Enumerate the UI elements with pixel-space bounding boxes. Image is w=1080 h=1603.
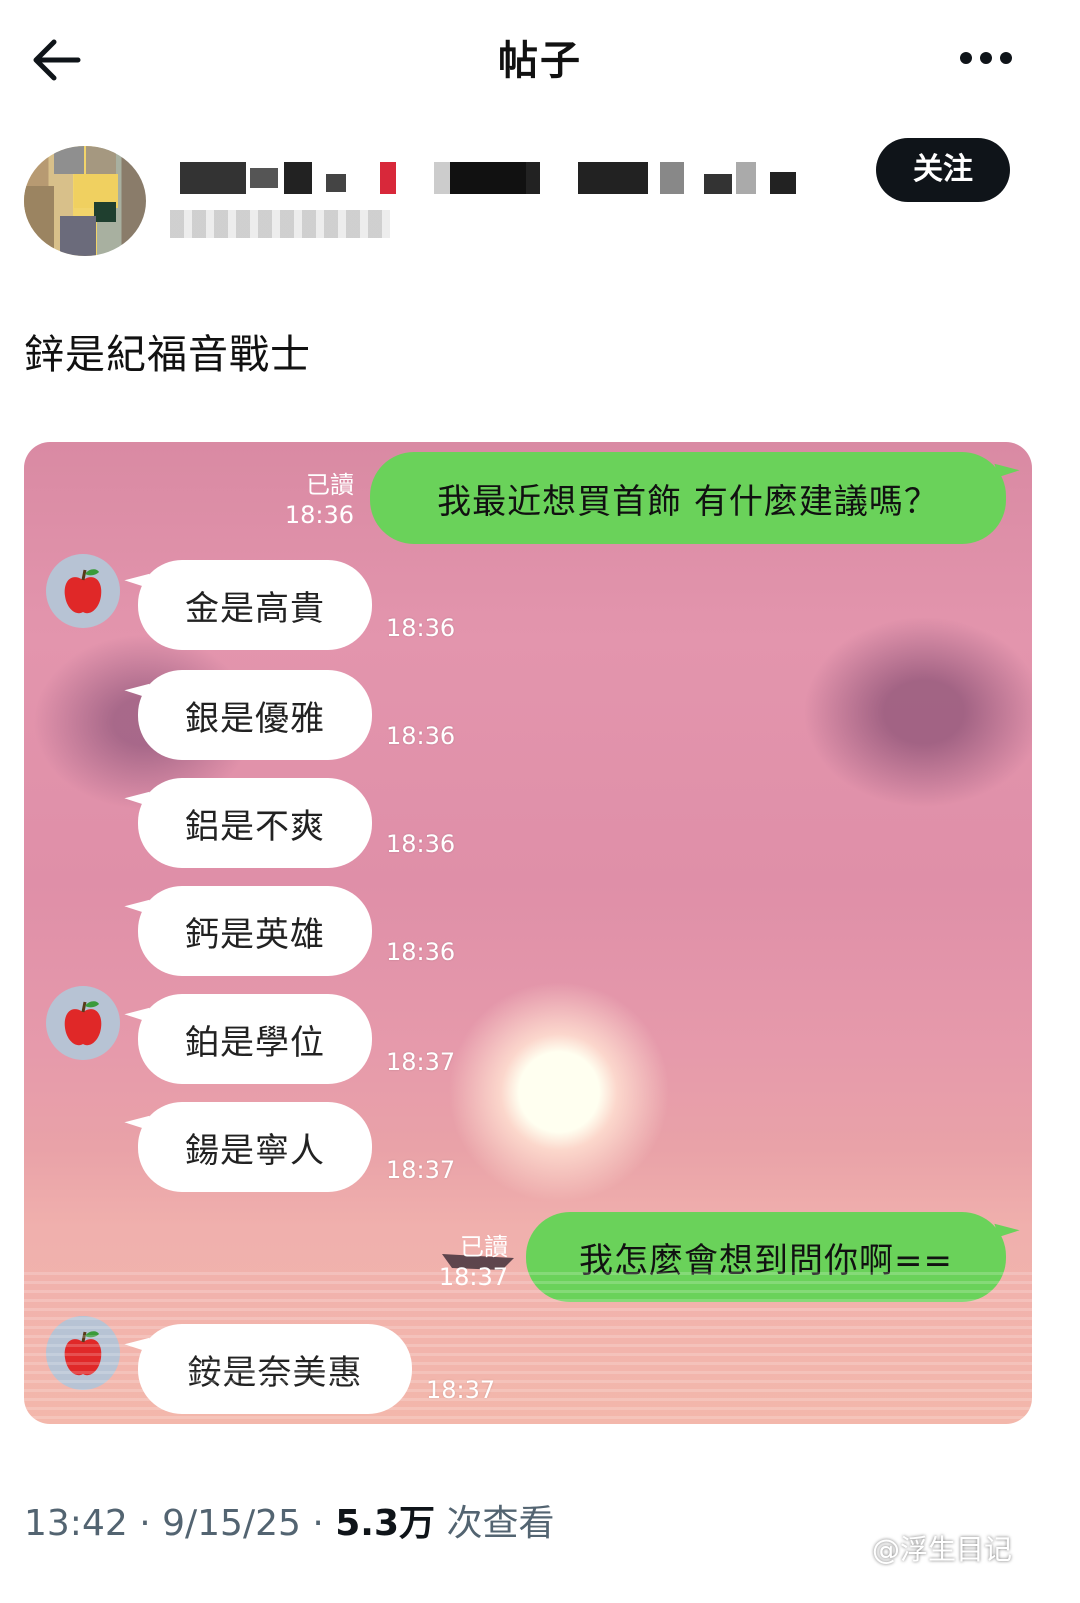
chat-bubble-outgoing: 我怎麼會想到問你啊== [526,1212,1006,1302]
contact-avatar [46,554,120,628]
follow-button[interactable]: 关注 [876,138,1010,202]
view-count: 5.3万 [335,1503,436,1544]
timestamp: 18:37 [426,1376,496,1404]
chat-bubble-incoming: 金是高貴 [138,560,372,650]
apple-icon [64,569,102,614]
post-text: 鋅是紀福音戰士 [24,332,311,378]
more-horizontal-icon[interactable] [958,48,1014,68]
post-meta: 13:42 · 9/15/25 · 5.3万 次查看 [24,1494,555,1546]
top-bar: 帖子 [0,0,1080,120]
contact-avatar [46,986,120,1060]
read-status: 已讀 18:36 [284,471,354,529]
chat-bubble-incoming: 銨是奈美惠 [138,1324,412,1414]
timestamp: 18:36 [386,722,456,750]
chat-bubble-incoming: 鋁是不爽 [138,778,372,868]
chat-screenshot[interactable]: 已讀 18:36 我最近想買首飾 有什麼建議嗎？ 金是高貴 18:36 銀是優雅 … [24,442,1032,1424]
apple-icon [64,1331,102,1376]
post-time: 13:42 [24,1503,128,1544]
watermark: @浮生目记 [872,1533,1013,1566]
timestamp: 18:37 [386,1048,456,1076]
separator: · [139,1503,151,1544]
chat-bubble-incoming: 鉑是學位 [138,994,372,1084]
read-status: 已讀 18:37 [438,1233,508,1291]
separator: · [312,1503,324,1544]
chat-bubble-incoming: 鍚是寧人 [138,1102,372,1192]
avatar[interactable] [24,146,146,256]
page-title: 帖子 [498,38,582,84]
chat-bubble-incoming: 銀是優雅 [138,670,372,760]
view-label: 次查看 [446,1503,555,1544]
chat-bubble-outgoing: 我最近想買首飾 有什麼建議嗎？ [370,452,1006,544]
timestamp: 18:36 [386,830,456,858]
apple-icon [64,1001,102,1046]
handle-redacted [170,210,390,238]
timestamp: 18:37 [386,1156,456,1184]
timestamp: 18:36 [386,938,456,966]
contact-avatar [46,1316,120,1390]
username-redacted [180,156,830,202]
post-date: 9/15/25 [162,1503,301,1544]
chat-bubble-incoming: 鈣是英雄 [138,886,372,976]
timestamp: 18:36 [386,614,456,642]
